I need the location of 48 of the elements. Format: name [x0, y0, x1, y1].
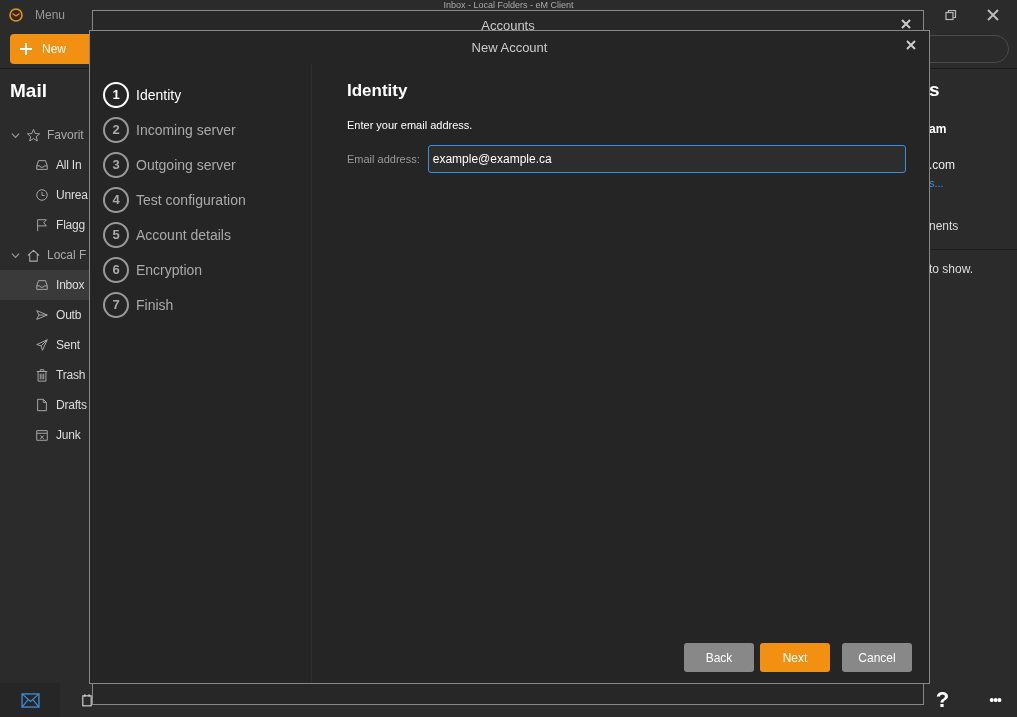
logo-icon [8, 7, 24, 23]
window-title: Inbox - Local Folders - eM Client [443, 0, 574, 10]
folder-group[interactable]: Local F [47, 248, 87, 262]
chevron-icon[interactable] [11, 130, 20, 140]
wizard-step: 2 Incoming server [90, 112, 311, 147]
close-icon[interactable] [906, 40, 916, 50]
folder-group[interactable]: Favorit [47, 128, 84, 142]
dialog-title: Accounts [481, 18, 535, 33]
wizard-step: 7 Finish [90, 287, 311, 322]
folder-item[interactable]: Trash [0, 360, 89, 390]
folder-item[interactable]: All In [0, 150, 89, 180]
folder-item[interactable]: Drafts [0, 390, 89, 420]
folder-item[interactable]: Flagg [0, 210, 89, 240]
page-heading: Identity [347, 81, 409, 101]
contact-name: am [929, 122, 948, 136]
section-title: nents [929, 219, 960, 233]
close-icon[interactable] [901, 19, 911, 29]
panel-heading: s [929, 79, 941, 101]
dialog-title: New Account [471, 39, 548, 55]
close-icon[interactable] [987, 9, 999, 21]
plus-icon [20, 43, 32, 55]
home-icon [26, 247, 41, 263]
menu-button[interactable]: Menu [35, 8, 66, 22]
contact-email: .com [929, 158, 956, 172]
folder-item[interactable]: Outb [0, 300, 89, 330]
field-label: Email address: [347, 153, 420, 165]
dialog-button[interactable]: Back [684, 643, 754, 672]
wizard-step: 6 Encryption [90, 252, 311, 287]
folder-item[interactable]: Sent [0, 330, 89, 360]
calendar-icon[interactable] [82, 693, 92, 707]
wizard-step: 3 Outgoing server [90, 147, 311, 182]
instruction-text: Enter your email address. [347, 119, 474, 131]
email-input[interactable]: example@example.ca [427, 145, 906, 173]
dialog-button[interactable]: Cancel [842, 643, 912, 672]
wizard-step: 5 Account details [90, 217, 311, 252]
more-button[interactable]: ••• [989, 692, 1001, 708]
help-button[interactable]: ? [935, 687, 950, 713]
star-icon [26, 127, 41, 143]
folder-item[interactable]: Junk [0, 420, 89, 450]
folder-item[interactable]: Inbox [0, 270, 89, 300]
wizard-step: 4 Test configuration [90, 182, 311, 217]
chevron-icon[interactable] [11, 250, 20, 260]
folder-item[interactable]: Unrea [0, 180, 89, 210]
restore-icon[interactable] [945, 9, 957, 21]
wizard-step: 1 Identity [90, 77, 311, 112]
mail-icon[interactable] [20, 692, 40, 708]
details-link[interactable]: s... [929, 177, 1017, 189]
sidebar-heading: Mail [9, 79, 48, 103]
